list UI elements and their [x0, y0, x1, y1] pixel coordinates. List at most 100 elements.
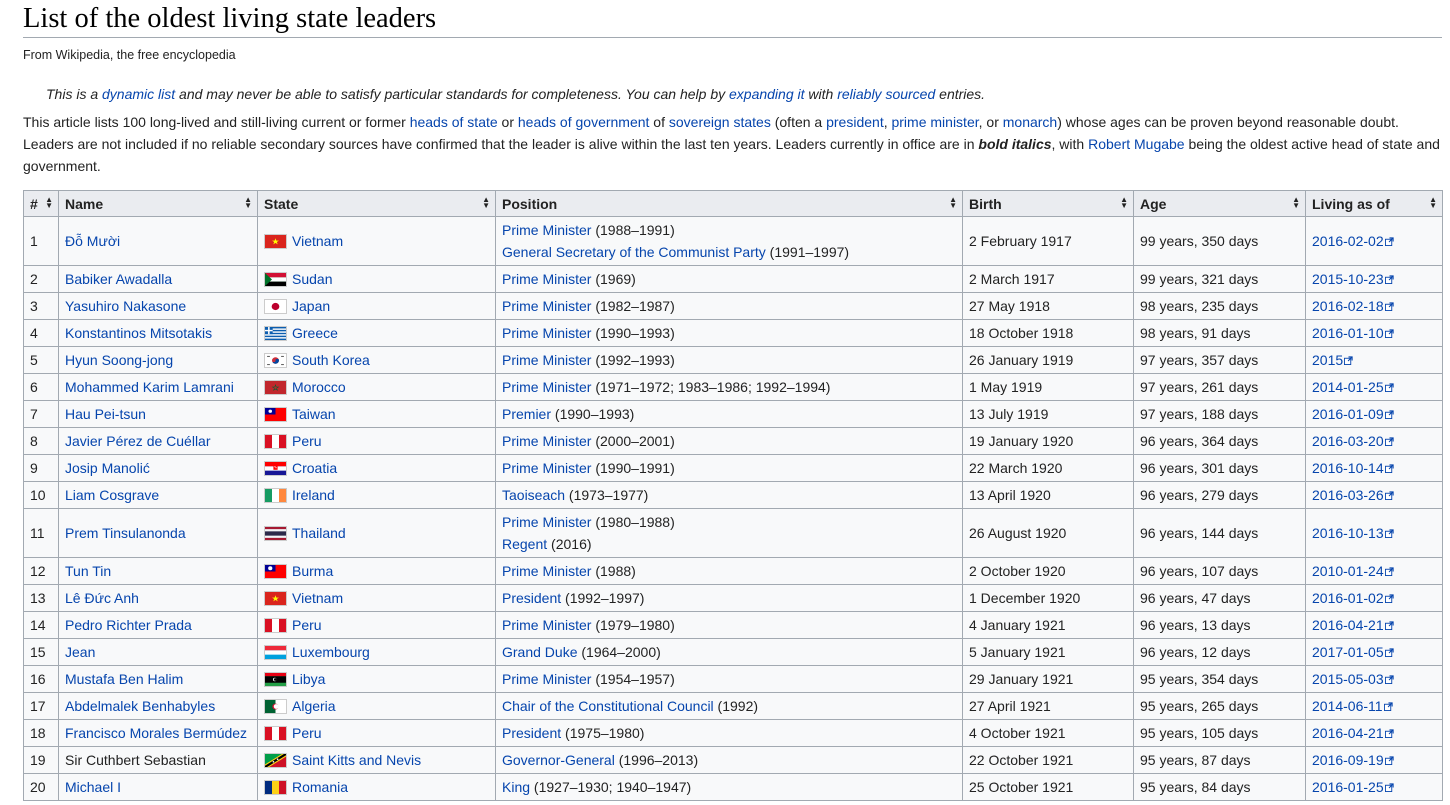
living-as-of-link[interactable]: 2016-02-02	[1312, 233, 1384, 249]
living-as-of-link[interactable]: 2017-01-05	[1312, 644, 1384, 660]
reliably-sourced-link[interactable]: reliably sourced	[837, 86, 935, 102]
position-link[interactable]: Prime Minister	[502, 222, 591, 238]
living-as-of-link[interactable]: 2016-04-21	[1312, 617, 1384, 633]
state-link[interactable]: South Korea	[292, 352, 370, 368]
leader-name-link[interactable]: Hau Pei-tsun	[65, 406, 146, 422]
leader-name-link[interactable]: Babiker Awadalla	[65, 271, 172, 287]
living-as-of-link[interactable]: 2016-04-21	[1312, 725, 1384, 741]
leader-name-link[interactable]: Mohammed Karim Lamrani	[65, 379, 234, 395]
position-link[interactable]: Chair of the Constitutional Council	[502, 698, 714, 714]
state-link[interactable]: Algeria	[292, 698, 336, 714]
leader-name-link[interactable]: Konstantinos Mitsotakis	[65, 325, 212, 341]
position-link[interactable]: Prime Minister	[502, 433, 591, 449]
sort-icon[interactable]: ▲ ▼	[244, 196, 252, 210]
position-link[interactable]: Prime Minister	[502, 563, 591, 579]
position-link[interactable]: Regent	[502, 536, 547, 552]
living-as-of-link[interactable]: 2016-03-20	[1312, 433, 1384, 449]
position-link[interactable]: Prime Minister	[502, 271, 591, 287]
state-link[interactable]: Croatia	[292, 460, 337, 476]
position-link[interactable]: Taoiseach	[502, 487, 565, 503]
header-position[interactable]: Position ▲ ▼	[495, 190, 963, 217]
sort-icon[interactable]: ▲ ▼	[1429, 196, 1437, 210]
president-link[interactable]: president	[826, 114, 884, 130]
header-living-as-of[interactable]: Living as of ▲ ▼	[1305, 190, 1443, 217]
position-link[interactable]: Prime Minister	[502, 379, 591, 395]
living-as-of-link[interactable]: 2016-10-14	[1312, 460, 1384, 476]
leader-name-link[interactable]: Pedro Richter Prada	[65, 617, 192, 633]
living-as-of-link[interactable]: 2014-06-11	[1312, 698, 1383, 714]
living-as-of-link[interactable]: 2016-09-19	[1312, 752, 1384, 768]
sort-icon[interactable]: ▲ ▼	[482, 196, 490, 210]
state-link[interactable]: Saint Kitts and Nevis	[292, 752, 421, 768]
living-as-of-link[interactable]: 2015-10-23	[1312, 271, 1384, 287]
state-link[interactable]: Greece	[292, 325, 338, 341]
state-link[interactable]: Libya	[292, 671, 325, 687]
state-link[interactable]: Vietnam	[292, 590, 343, 606]
leader-name-link[interactable]: Francisco Morales Bermúdez	[65, 725, 247, 741]
living-as-of-link[interactable]: 2016-02-18	[1312, 298, 1384, 314]
state-link[interactable]: Japan	[292, 298, 330, 314]
robert-mugabe-link[interactable]: Robert Mugabe	[1088, 136, 1185, 152]
position-link[interactable]: Prime Minister	[502, 617, 591, 633]
state-link[interactable]: Sudan	[292, 271, 332, 287]
leader-name-link[interactable]: Yasuhiro Nakasone	[65, 298, 186, 314]
position-link[interactable]: Prime Minister	[502, 460, 591, 476]
state-link[interactable]: Thailand	[292, 525, 346, 541]
living-as-of-link[interactable]: 2015	[1312, 352, 1343, 368]
sort-icon[interactable]: ▲ ▼	[1292, 196, 1300, 210]
leader-name-link[interactable]: Michael I	[65, 779, 121, 795]
state-link[interactable]: Peru	[292, 617, 322, 633]
sort-icon[interactable]: ▲ ▼	[45, 196, 53, 210]
state-link[interactable]: Taiwan	[292, 406, 336, 422]
living-as-of-link[interactable]: 2014-01-25	[1312, 379, 1384, 395]
leader-name-link[interactable]: Jean	[65, 644, 95, 660]
living-as-of-link[interactable]: 2016-01-09	[1312, 406, 1384, 422]
header-age[interactable]: Age ▲ ▼	[1133, 190, 1306, 217]
leader-name-link[interactable]: Josip Manolić	[65, 460, 150, 476]
state-link[interactable]: Luxembourg	[292, 644, 370, 660]
living-as-of-link[interactable]: 2015-05-03	[1312, 671, 1384, 687]
leader-name-link[interactable]: Lê Đức Anh	[65, 590, 139, 606]
position-link[interactable]: President	[502, 590, 561, 606]
header-state[interactable]: State ▲ ▼	[257, 190, 496, 217]
leader-name-link[interactable]: Đỗ Mười	[65, 233, 120, 249]
leader-name-link[interactable]: Liam Cosgrave	[65, 487, 159, 503]
living-as-of-link[interactable]: 2016-10-13	[1312, 525, 1384, 541]
expanding-it-link[interactable]: expanding it	[729, 86, 805, 102]
position-link[interactable]: President	[502, 725, 561, 741]
sort-icon[interactable]: ▲ ▼	[1120, 196, 1128, 210]
state-link[interactable]: Vietnam	[292, 233, 343, 249]
state-link[interactable]: Burma	[292, 563, 333, 579]
sort-icon[interactable]: ▲ ▼	[949, 196, 957, 210]
state-link[interactable]: Peru	[292, 725, 322, 741]
living-as-of-link[interactable]: 2016-01-02	[1312, 590, 1384, 606]
leader-name-link[interactable]: Prem Tinsulanonda	[65, 525, 186, 541]
position-link[interactable]: Prime Minister	[502, 671, 591, 687]
position-link[interactable]: Premier	[502, 406, 551, 422]
leader-name-link[interactable]: Abdelmalek Benhabyles	[65, 698, 215, 714]
header-rank[interactable]: # ▲ ▼	[23, 190, 59, 217]
position-link[interactable]: General Secretary of the Communist Party	[502, 244, 766, 260]
living-as-of-link[interactable]: 2016-01-10	[1312, 325, 1384, 341]
position-link[interactable]: Prime Minister	[502, 514, 591, 530]
state-link[interactable]: Peru	[292, 433, 322, 449]
dynamic-list-link[interactable]: dynamic list	[102, 86, 175, 102]
heads-of-state-link[interactable]: heads of state	[410, 114, 498, 130]
monarch-link[interactable]: monarch	[1003, 114, 1057, 130]
heads-of-government-link[interactable]: heads of government	[518, 114, 650, 130]
prime-minister-link[interactable]: prime minister	[891, 114, 978, 130]
position-link[interactable]: Prime Minister	[502, 352, 591, 368]
state-link[interactable]: Ireland	[292, 487, 335, 503]
header-birth[interactable]: Birth ▲ ▼	[962, 190, 1134, 217]
living-as-of-link[interactable]: 2010-01-24	[1312, 563, 1384, 579]
sovereign-states-link[interactable]: sovereign states	[669, 114, 771, 130]
position-link[interactable]: King	[502, 779, 530, 795]
position-link[interactable]: Grand Duke	[502, 644, 577, 660]
leader-name-link[interactable]: Tun Tin	[65, 563, 111, 579]
header-name[interactable]: Name ▲ ▼	[58, 190, 258, 217]
living-as-of-link[interactable]: 2016-03-26	[1312, 487, 1384, 503]
leader-name-link[interactable]: Hyun Soong-jong	[65, 352, 173, 368]
leader-name-link[interactable]: Mustafa Ben Halim	[65, 671, 183, 687]
position-link[interactable]: Governor-General	[502, 752, 615, 768]
position-link[interactable]: Prime Minister	[502, 325, 591, 341]
